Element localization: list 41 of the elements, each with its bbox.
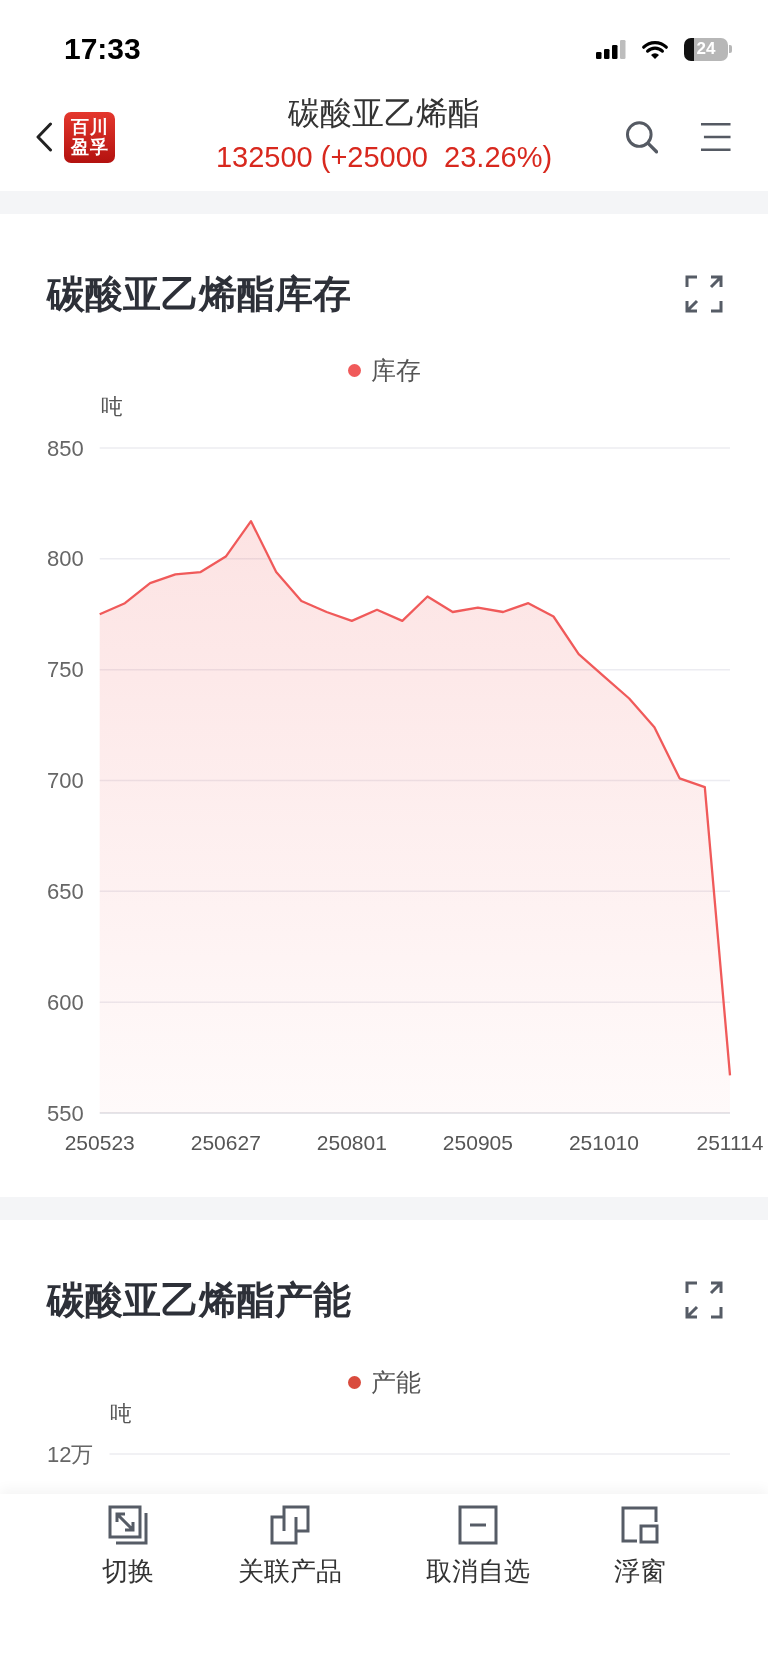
x-axis-label: 251114	[696, 1131, 764, 1154]
floating-window-button[interactable]: 浮窗	[614, 1504, 666, 1586]
unit-label: 吨	[110, 1401, 133, 1426]
expand-icon[interactable]	[685, 275, 723, 313]
y-axis-label: 600	[47, 989, 84, 1015]
x-axis-label: 251010	[568, 1131, 639, 1154]
remove-watchlist-button[interactable]: 取消自选	[426, 1504, 530, 1586]
price-quote: 132500 (+25000 23.26%)	[215, 141, 553, 173]
legend-label: 产能	[370, 1367, 421, 1397]
y-axis-label: 850	[47, 435, 84, 461]
expand-icon[interactable]	[685, 1281, 723, 1319]
y-axis-label: 800	[47, 546, 84, 572]
legend-label: 库存	[370, 355, 421, 385]
x-axis-label: 250523	[64, 1131, 135, 1154]
battery-percentage: 24	[696, 39, 716, 59]
chart-title: 碳酸亚乙烯酯产能	[47, 1278, 351, 1323]
signal-icon	[596, 39, 626, 59]
y-axis-label: 750	[47, 657, 84, 683]
x-axis-label: 250801	[316, 1131, 387, 1154]
y-axis-label: 550	[47, 1100, 84, 1126]
swap-square-icon	[107, 1504, 149, 1546]
unit-label: 吨	[100, 394, 123, 419]
y-axis-label: 650	[47, 878, 84, 904]
product-title: 碳酸亚乙烯酯	[288, 95, 480, 131]
back-icon[interactable]	[35, 122, 53, 152]
wifi-icon	[640, 38, 670, 60]
overlapping-squares-icon	[269, 1504, 311, 1546]
switch-button[interactable]: 切换	[102, 1504, 154, 1586]
y-axis-label: 12万	[47, 1441, 94, 1467]
y-axis-label: 700	[47, 768, 84, 793]
logo-text: 百川	[70, 117, 109, 137]
chart-title: 碳酸亚乙烯酯库存	[47, 272, 351, 317]
picture-in-picture-icon	[619, 1504, 661, 1546]
x-axis-label: 250905	[442, 1131, 513, 1154]
minus-square-icon	[457, 1504, 499, 1546]
search-icon[interactable]	[625, 120, 659, 154]
logo-text: 盈孚	[70, 137, 109, 157]
x-axis-label: 250627	[190, 1131, 261, 1154]
status-time: 17:33	[64, 32, 141, 66]
related-products-button[interactable]: 关联产品	[238, 1504, 342, 1586]
menu-icon[interactable]	[700, 121, 732, 153]
